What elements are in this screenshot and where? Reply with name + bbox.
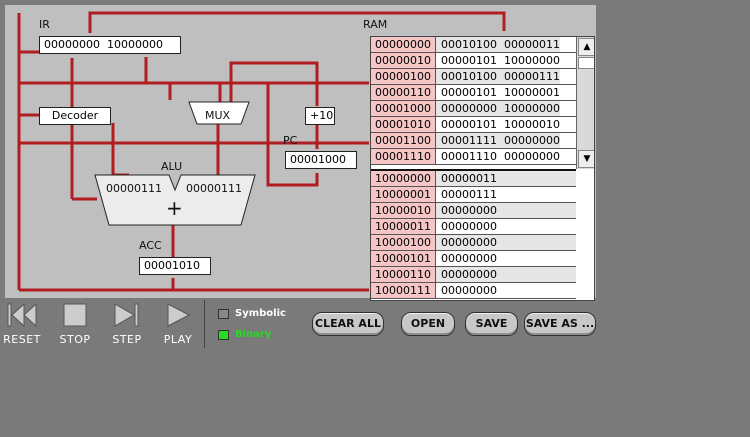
ram-address: 00001010 — [371, 117, 436, 132]
plus-ten-box: +10 — [305, 107, 335, 125]
scroll-down-button[interactable]: ▼ — [578, 150, 594, 168]
ram-row[interactable]: 10000001 00000111 — [371, 187, 576, 203]
ram-address: 10000111 — [371, 283, 436, 298]
ram-value: 00000111 — [436, 187, 576, 202]
acc-label: ACC — [139, 239, 162, 252]
stop-icon — [63, 303, 87, 327]
alu-label: ALU — [161, 160, 183, 173]
symbolic-label: Symbolic — [235, 308, 286, 319]
ram-row[interactable]: 10000011 00000000 — [371, 219, 576, 235]
ram-value: 00000000 — [436, 219, 576, 234]
ram-value: 00000101 10000010 — [436, 117, 560, 132]
stop-button[interactable]: STOP — [53, 302, 97, 346]
step-label: STEP — [112, 333, 142, 346]
toolbar-divider — [204, 300, 205, 348]
ram-address: 10000000 — [371, 171, 436, 186]
binary-label: Binary — [235, 329, 272, 340]
ram-row[interactable]: 10000111 00000000 — [371, 283, 576, 299]
ram-row[interactable]: 00001100 00001111 00000000 — [371, 133, 576, 149]
reset-label: RESET — [3, 333, 41, 346]
save-button[interactable]: SAVE — [465, 312, 518, 336]
ram-address: 10000010 — [371, 203, 436, 218]
ram-address: 00000000 — [371, 37, 436, 52]
binary-indicator — [218, 329, 229, 340]
stop-label: STOP — [59, 333, 91, 346]
ram-row[interactable]: 10000110 00000000 — [371, 267, 576, 283]
ram-row[interactable]: 00001010 00000101 10000010 — [371, 117, 576, 133]
pc-register: 00001000 — [285, 151, 357, 169]
ram-value: 00000000 10000000 — [436, 101, 560, 116]
ram-row[interactable]: 00000010 00000101 10000000 — [371, 53, 576, 69]
ram-row[interactable]: 00000000 00010100 00000011 — [371, 37, 576, 53]
symbolic-toggle[interactable]: Symbolic — [218, 308, 286, 319]
clear-all-button[interactable]: CLEAR ALL — [312, 312, 384, 336]
ram-value: 00010100 00000011 — [436, 37, 560, 52]
ir-label: IR — [39, 18, 50, 31]
ram-row[interactable]: 10000010 00000000 — [371, 203, 576, 219]
ram-value: 00001110 00000000 — [436, 149, 560, 164]
mux-label: MUX — [205, 109, 231, 122]
reset-button[interactable]: RESET — [0, 302, 44, 346]
play-button[interactable]: PLAY — [156, 302, 200, 346]
play-icon — [167, 303, 191, 327]
ram-address: 00000100 — [371, 69, 436, 84]
ram-address: 10000011 — [371, 219, 436, 234]
open-button[interactable]: OPEN — [401, 312, 455, 336]
decoder-box: Decoder — [39, 107, 111, 125]
save-as-button[interactable]: SAVE AS ... — [524, 312, 596, 336]
scroll-up-button[interactable]: ▲ — [578, 38, 594, 56]
ram-value: 00000000 — [436, 283, 576, 298]
ir-register: 00000000 10000000 — [39, 36, 181, 54]
ram-address: 10000100 — [371, 235, 436, 250]
step-button[interactable]: STEP — [105, 302, 149, 346]
step-icon — [114, 303, 139, 327]
ram-address: 00000110 — [371, 85, 436, 100]
alu-input-left: 00000111 — [106, 182, 162, 195]
ram-value: 00010100 00000111 — [436, 69, 560, 84]
ram-value: 00000101 10000000 — [436, 53, 560, 68]
reset-icon — [7, 302, 37, 328]
ram-address: 10000110 — [371, 267, 436, 282]
ram-value: 00000000 — [436, 251, 576, 266]
ram-value: 00000000 — [436, 235, 576, 250]
ram-value: 00000011 — [436, 171, 576, 186]
ram-row[interactable]: 00001110 00001110 00000000 — [371, 149, 576, 165]
ram-address: 10000001 — [371, 187, 436, 202]
ram-row[interactable]: 00001000 00000000 10000000 — [371, 101, 576, 117]
ram-row[interactable]: 10000000 00000011 — [371, 171, 576, 187]
binary-toggle[interactable]: Binary — [218, 329, 271, 340]
circuit-panel: IR 00000000 10000000 RAM Decoder MUX +10… — [5, 5, 596, 301]
ram-label: RAM — [363, 18, 388, 31]
ram-address: 00001100 — [371, 133, 436, 148]
ram-row[interactable]: 10000101 00000000 — [371, 251, 576, 267]
ram-value: 00001111 00000000 — [436, 133, 560, 148]
alu-input-right: 00000111 — [186, 182, 242, 195]
ram-value: 00000101 10000001 — [436, 85, 560, 100]
ram-row[interactable]: 00000100 00010100 00000111 — [371, 69, 576, 85]
ram-address: 10000101 — [371, 251, 436, 266]
ram-value: 00000000 — [436, 203, 576, 218]
ram-table: 00000000 00010100 00000011 00000010 000001… — [370, 36, 595, 301]
ram-address: 00000010 — [371, 53, 436, 68]
symbolic-indicator — [218, 308, 229, 319]
ram-row[interactable]: 00000110 00000101 10000001 — [371, 85, 576, 101]
acc-register: 00001010 — [139, 257, 211, 275]
ram-address: 00001110 — [371, 149, 436, 164]
pc-label: PC — [283, 134, 298, 147]
ram-row[interactable]: 10000100 00000000 — [371, 235, 576, 251]
play-label: PLAY — [163, 333, 193, 346]
ram-address: 00001000 — [371, 101, 436, 116]
alu-operation: + — [166, 196, 183, 220]
ram-scrollbar[interactable]: ▲ ▼ — [576, 37, 594, 169]
scroll-thumb[interactable] — [578, 57, 594, 69]
ram-value: 00000000 — [436, 267, 576, 282]
